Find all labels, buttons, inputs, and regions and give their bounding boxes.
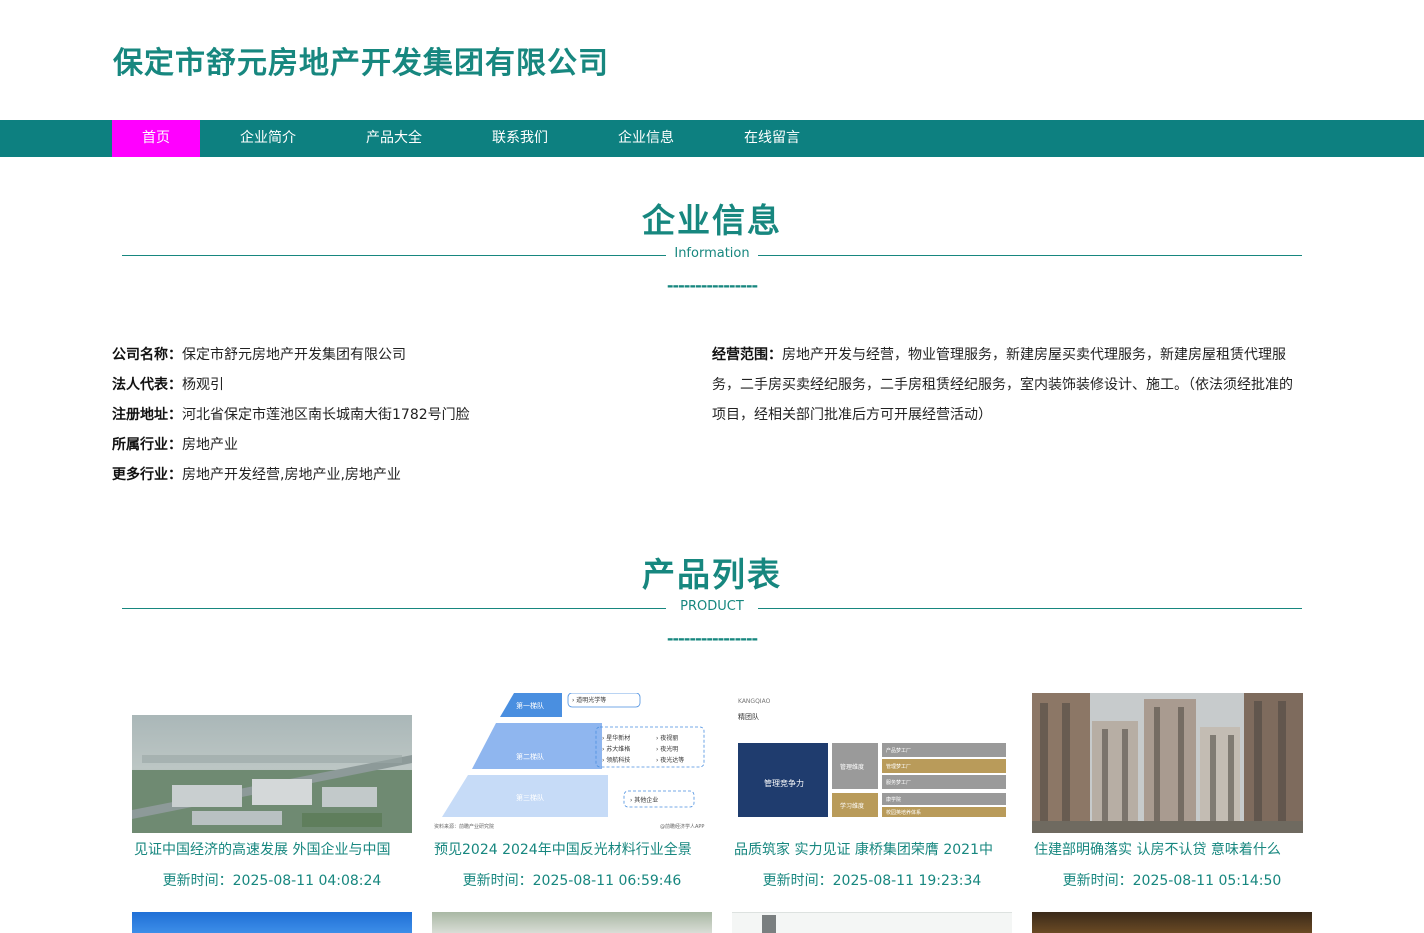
pyramid-note: › 道明光学等 — [572, 696, 606, 704]
info-row-address: 注册地址：河北省保定市莲池区南长城南大街1782号门脸 — [112, 400, 672, 430]
nav-item-message[interactable]: 在线留言 — [732, 120, 812, 157]
slide-item: 康学院 — [886, 796, 901, 803]
product-image[interactable] — [132, 912, 412, 933]
company-info-list: 公司名称：保定市舒元房地产开发集团有限公司 法人代表：杨观引 注册地址：河北省保… — [112, 340, 672, 490]
nav-item-home[interactable]: 首页 — [112, 120, 200, 157]
info-key: 经营范围： — [712, 347, 782, 363]
product-title-link[interactable]: 住建部明确落实 认房不认贷 意味着什么 — [1034, 839, 1312, 859]
pyramid-source: 资料来源：前瞻产业研究院 — [434, 823, 494, 830]
pyramid-list-item: › 夜光明 — [656, 745, 678, 753]
pyramid-note: › 其他企业 — [630, 796, 658, 804]
slide-mid-label: 学习维度 — [840, 802, 864, 810]
main-nav: 首页 企业简介 产品大全 联系我们 企业信息 在线留言 — [0, 120, 1424, 157]
product-title-link[interactable]: 见证中国经济的高速发展 外国企业与中国 — [134, 839, 412, 859]
info-value: 河北省保定市莲池区南长城南大街1782号门脸 — [182, 407, 470, 423]
business-scope: 经营范围：房地产开发与经营，物业管理服务，新建房屋买卖代理服务，新建房屋租赁代理… — [712, 340, 1304, 430]
product-image[interactable] — [132, 715, 412, 833]
info-key: 法人代表： — [112, 377, 182, 393]
nav-item-about[interactable]: 企业简介 — [228, 120, 308, 157]
pyramid-tier-label: 第一梯队 — [516, 701, 544, 710]
nav-item-contact[interactable]: 联系我们 — [480, 120, 560, 157]
pyramid-list-item: › 领航科技 — [602, 756, 630, 764]
product-image[interactable] — [1032, 693, 1303, 833]
product-update-time: 更新时间：2025-08-11 19:23:34 — [762, 873, 982, 889]
pyramid-list-item: › 苏大维格 — [602, 745, 630, 753]
slide-item: 管理梦工厂 — [886, 763, 911, 770]
slide-item: 校园英培养体系 — [886, 809, 921, 816]
company-section-dashes: ---------------- — [666, 276, 758, 295]
info-row-more-industry: 更多行业：房地产开发经营,房地产业,房地产业 — [112, 460, 672, 490]
info-value: 房地产开发经营,房地产业,房地产业 — [182, 467, 401, 483]
product-section-subtitle: PRODUCT — [680, 599, 744, 614]
slide-brand: KANGQIAO — [738, 698, 771, 705]
thumb-shape — [762, 915, 776, 933]
building-photo-icon — [1032, 693, 1303, 833]
nav-item-products[interactable]: 产品大全 — [354, 120, 434, 157]
product-image[interactable] — [432, 912, 712, 933]
aerial-photo-icon — [132, 715, 412, 833]
product-section-title: 产品列表 — [642, 555, 782, 594]
pyramid-list-item: › 夜光达等 — [656, 756, 684, 764]
info-value: 房地产开发与经营，物业管理服务，新建房屋买卖代理服务，新建房屋租赁代理服务，二手… — [712, 347, 1293, 423]
info-value: 保定市舒元房地产开发集团有限公司 — [182, 347, 406, 363]
product-update-time: 更新时间：2025-08-11 05:14:50 — [1062, 873, 1282, 889]
site-title: 保定市舒元房地产开发集团有限公司 — [113, 46, 609, 81]
info-key: 更多行业： — [112, 467, 182, 483]
pyramid-brand: @前瞻经济学人APP — [660, 823, 704, 830]
slide-mid-label: 管理维度 — [840, 763, 864, 771]
product-image[interactable]: 第一梯队 第二梯队 第三梯队 › 道明光学等 › 星华新材 › 夜视丽 › 苏大… — [432, 693, 712, 833]
info-row-name: 公司名称：保定市舒元房地产开发集团有限公司 — [112, 340, 672, 370]
slide-main-label: 管理竞争力 — [764, 778, 804, 788]
slide-diagram-icon: KANGQIAO 精团队 管理竞争力 管理维度 学习维度 产品梦工厂 管理梦工厂… — [738, 698, 1006, 817]
slide-item: 服务梦工厂 — [886, 779, 911, 786]
slide-heading: 精团队 — [738, 712, 759, 721]
info-key: 所属行业： — [112, 437, 182, 453]
pyramid-list-item: › 夜视丽 — [656, 734, 678, 742]
product-update-time: 更新时间：2025-08-11 04:08:24 — [162, 873, 382, 889]
company-section-title: 企业信息 — [642, 201, 782, 240]
pyramid-tier-label: 第三梯队 — [516, 793, 544, 802]
info-row-legal: 法人代表：杨观引 — [112, 370, 672, 400]
pyramid-list-item: › 星华新材 — [602, 734, 630, 742]
product-image[interactable] — [1032, 912, 1312, 933]
nav-item-company-info[interactable]: 企业信息 — [606, 120, 686, 157]
info-row-industry: 所属行业：房地产业 — [112, 430, 672, 460]
product-image[interactable]: KANGQIAO 精团队 管理竞争力 管理维度 学习维度 产品梦工厂 管理梦工厂… — [732, 693, 1012, 833]
info-key: 注册地址： — [112, 407, 182, 423]
product-update-time: 更新时间：2025-08-11 06:59:46 — [462, 873, 682, 889]
info-value: 杨观引 — [182, 377, 224, 393]
pyramid-tier-label: 第二梯队 — [516, 752, 544, 761]
info-value: 房地产业 — [182, 437, 238, 453]
company-section-subtitle: Information — [674, 246, 750, 261]
product-title-link[interactable]: 品质筑家 实力见证 康桥集团荣膺 2021中 — [734, 839, 1012, 859]
product-image[interactable] — [732, 912, 1012, 933]
product-title-link[interactable]: 预见2024 2024年中国反光材料行业全景 — [434, 839, 712, 859]
pyramid-diagram-icon: 第一梯队 第二梯队 第三梯队 › 道明光学等 › 星华新材 › 夜视丽 › 苏大… — [434, 693, 704, 830]
product-section-dashes: ---------------- — [666, 629, 758, 648]
slide-item: 产品梦工厂 — [886, 747, 911, 754]
info-key: 公司名称： — [112, 347, 182, 363]
